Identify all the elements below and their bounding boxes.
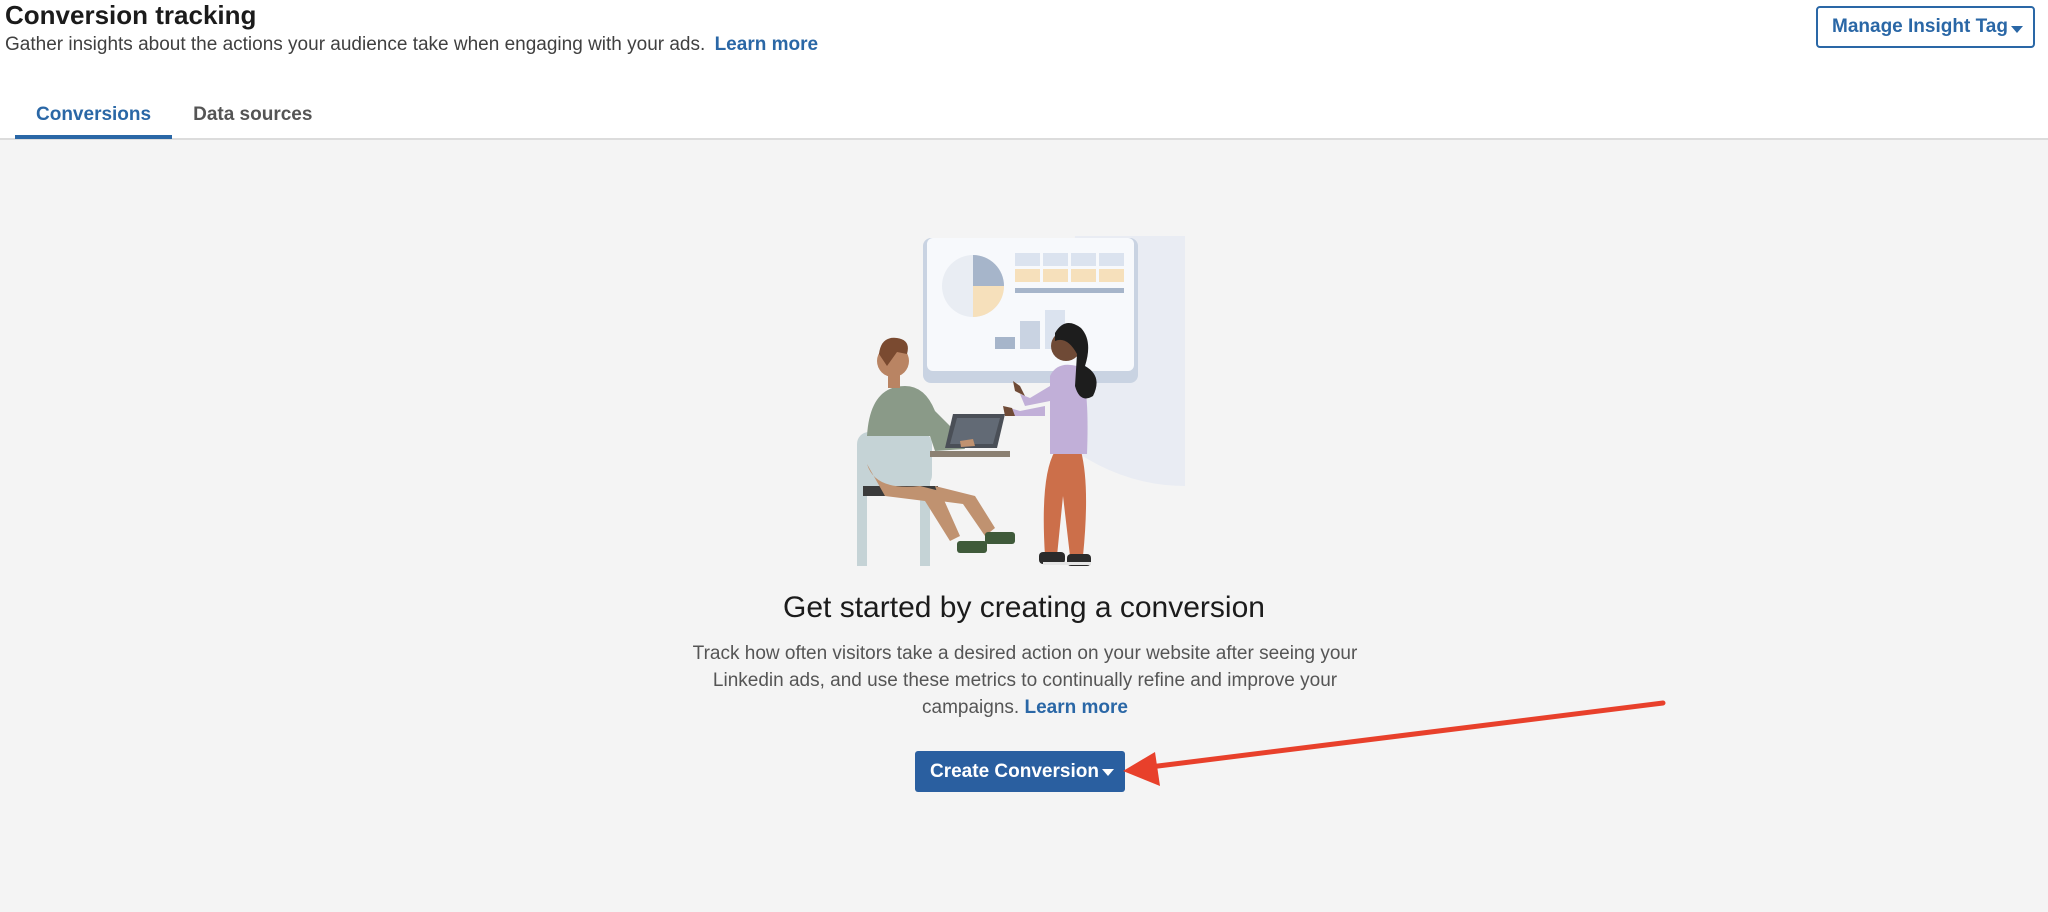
- learn-more-link[interactable]: Learn more: [715, 34, 818, 55]
- create-conversion-button[interactable]: Create Conversion: [915, 751, 1125, 792]
- subtitle-text: Gather insights about the actions your a…: [5, 34, 706, 55]
- empty-state-learn-more-link[interactable]: Learn more: [1024, 697, 1127, 718]
- manage-insight-tag-button[interactable]: Manage Insight Tag: [1816, 6, 2035, 48]
- empty-state-description: Track how often visitors take a desired …: [690, 640, 1360, 721]
- chevron-down-icon: [1102, 769, 1114, 776]
- tab-bar: Conversions Data sources: [15, 92, 333, 140]
- tab-conversions[interactable]: Conversions: [15, 92, 173, 139]
- main-content: Get started by creating a conversion Tra…: [0, 140, 2048, 912]
- manage-insight-tag-label: Manage Insight Tag: [1832, 16, 2008, 37]
- page-header: Conversion tracking Gather insights abou…: [0, 0, 2048, 140]
- empty-state-illustration: [857, 236, 1185, 566]
- empty-state-title: Get started by creating a conversion: [783, 591, 1265, 624]
- create-conversion-label: Create Conversion: [930, 760, 1099, 782]
- tab-data-sources[interactable]: Data sources: [172, 92, 333, 138]
- page-title: Conversion tracking: [5, 0, 257, 30]
- page-subtitle: Gather insights about the actions your a…: [5, 33, 818, 57]
- chevron-down-icon: [2011, 26, 2023, 33]
